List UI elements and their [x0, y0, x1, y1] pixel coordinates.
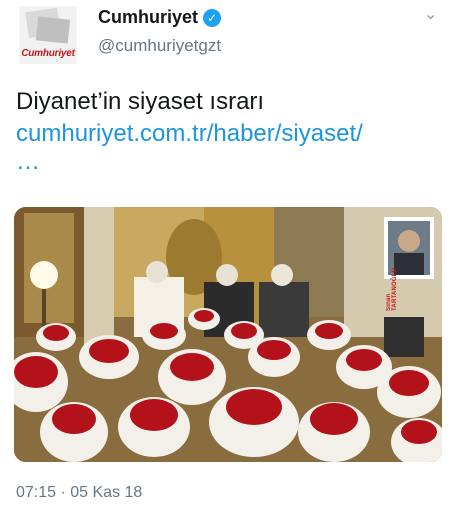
- tweet-header: Cumhuriyet Cumhuriyet ✓ @cumhuriyetgzt ⌄: [0, 0, 457, 80]
- photo-illustration: [14, 207, 442, 462]
- display-name[interactable]: Cumhuriyet: [98, 7, 198, 28]
- photo-credit: Sinan TARTANOĞLU: [386, 267, 398, 311]
- account-avatar[interactable]: Cumhuriyet: [19, 6, 77, 64]
- account-handle[interactable]: @cumhuriyetgzt: [98, 36, 221, 56]
- tweet-link-ellipsis[interactable]: …: [16, 150, 40, 174]
- chevron-down-icon[interactable]: ⌄: [424, 4, 437, 24]
- account-name[interactable]: Cumhuriyet ✓: [98, 7, 222, 28]
- tweet-text: Diyanet’in siyaset ısrarı: [16, 88, 265, 115]
- avatar-logo-text: Cumhuriyet: [21, 48, 75, 59]
- avatar-paper-shape: [35, 16, 71, 44]
- tweet-link[interactable]: cumhuriyet.com.tr/haber/siyaset/: [16, 118, 446, 150]
- tweet-timestamp[interactable]: 07:15 · 05 Kas 18: [16, 484, 142, 502]
- verified-badge-icon: ✓: [203, 8, 222, 27]
- tweet-photo[interactable]: Sinan TARTANOĞLU: [14, 207, 442, 462]
